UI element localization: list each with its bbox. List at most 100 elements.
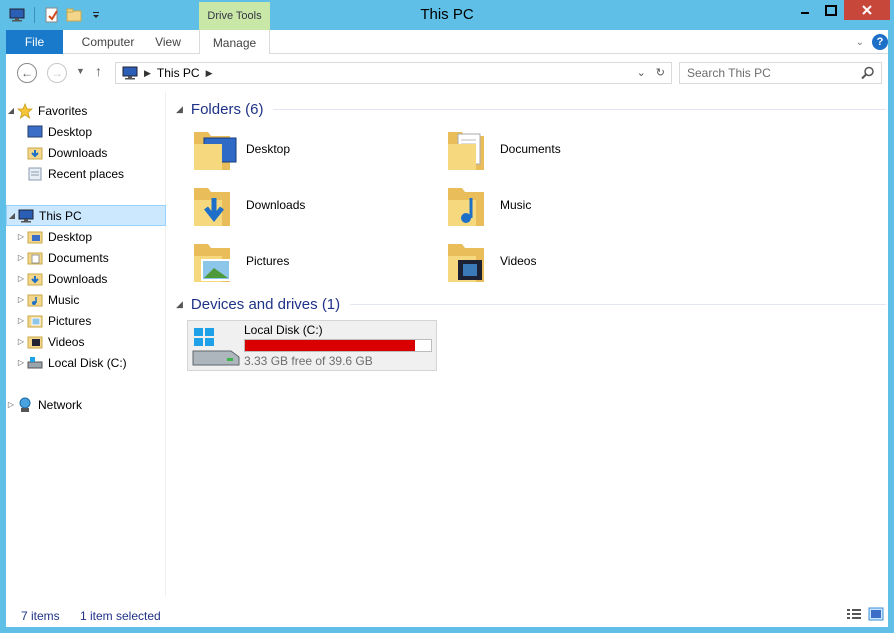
nav-label: Network [38,397,83,412]
folder-tile-videos[interactable]: Videos [444,234,694,288]
search-box[interactable]: Search This PC [679,62,882,84]
tab-manage[interactable]: Manage [199,30,270,55]
large-icons-view-icon[interactable] [868,607,884,621]
nav-label: Downloads [48,271,108,286]
breadcrumb-chevron-icon[interactable]: ▶ [144,68,151,79]
nav-pc-music[interactable]: ▷ Music [6,289,166,310]
music-folder-icon [448,188,484,226]
recent-locations-icon[interactable]: ▼ [76,66,85,76]
nav-fav-recent-places[interactable]: Recent places [6,163,166,184]
nav-favorites[interactable]: ◢ Favorites [6,100,166,121]
videos-folder-icon [448,244,484,282]
collapse-group-icon[interactable]: ◢ [176,299,183,310]
group-divider [273,109,886,110]
nav-label: Favorites [38,103,88,118]
recent-places-icon [26,166,44,182]
refresh-icon[interactable]: ↻ [656,66,665,79]
nav-label: Downloads [48,145,108,160]
tab-computer[interactable]: Computer [70,30,146,54]
nav-pc-local-disk[interactable]: ▷ Local Disk (C:) [6,352,166,373]
drive-tile-local-disk[interactable]: Local Disk (C:) 3.33 GB free of 39.6 GB [187,320,437,371]
folder-tile-music[interactable]: Music [444,178,694,232]
minimize-button[interactable] [792,0,818,20]
search-placeholder: Search This PC [687,66,771,80]
nav-label: This PC [39,208,82,223]
folders-header-label: Folders (6) [190,101,264,118]
drive-usage-bar [244,339,432,352]
collapse-group-icon[interactable]: ◢ [176,104,183,115]
downloads-folder-icon [26,145,44,161]
nav-network[interactable]: ▷ Network [6,394,166,415]
ribbon-right-controls: ⌄ ? [856,34,888,50]
folder-label: Music [500,198,532,212]
title-bar: Drive Tools This PC [0,0,894,30]
nav-this-pc[interactable]: ◢ This PC [6,205,166,226]
help-icon[interactable]: ? [872,34,888,50]
folder-tile-desktop[interactable]: Desktop [190,122,440,176]
nav-label: Desktop [48,229,93,244]
group-divider [350,304,886,305]
collapse-icon[interactable]: ◢ [6,106,16,115]
expand-ribbon-icon[interactable]: ⌄ [856,37,864,48]
expand-icon[interactable]: ▷ [16,316,26,325]
folder-tile-downloads[interactable]: Downloads [190,178,440,232]
downloads-folder-icon [26,271,44,287]
local-disk-icon [26,355,44,371]
folder-tile-documents[interactable]: Documents [444,122,694,176]
devices-group-header[interactable]: ◢ Devices and drives (1) [176,296,886,313]
documents-icon [26,250,44,266]
tab-file[interactable]: File [6,30,63,54]
search-icon[interactable] [861,66,875,80]
nav-label: Music [48,292,80,307]
nav-fav-downloads[interactable]: Downloads [6,142,166,163]
back-button[interactable]: ← [17,63,37,83]
folder-label: Videos [500,254,537,268]
maximize-button[interactable] [818,0,844,20]
view-switcher [846,607,884,621]
drive-free-space: 3.33 GB free of 39.6 GB [244,354,373,368]
network-icon [16,397,34,413]
expand-icon[interactable]: ▷ [6,400,16,409]
tab-view[interactable]: View [148,30,188,54]
details-view-icon[interactable] [846,607,862,621]
nav-fav-desktop[interactable]: Desktop [6,121,166,142]
nav-label: Documents [48,250,109,265]
close-button[interactable] [844,0,890,20]
collapse-icon[interactable]: ◢ [7,211,17,220]
nav-label: Recent places [48,166,125,181]
nav-label: Videos [48,334,85,349]
expand-icon[interactable]: ▷ [16,295,26,304]
expand-icon[interactable]: ▷ [16,253,26,262]
drive-usage-fill [245,340,416,351]
pictures-folder-icon [194,244,231,282]
nav-pc-desktop[interactable]: ▷ Desktop [6,226,166,247]
address-tail: ⌄ ↻ [637,66,665,79]
window-title: This PC [420,6,474,23]
explorer-window: Drive Tools This PC File Computer View M… [0,0,894,633]
expand-icon[interactable]: ▷ [16,337,26,346]
nav-pc-videos[interactable]: ▷ Videos [6,331,166,352]
breadcrumb-chevron-icon[interactable]: ▶ [206,68,213,79]
folder-tile-pictures[interactable]: Pictures [190,234,440,288]
folder-label: Documents [500,142,561,156]
music-icon [26,292,44,308]
expand-icon[interactable]: ▷ [16,358,26,367]
address-bar[interactable]: ▶ This PC ▶ ⌄ ↻ [115,62,672,84]
expand-icon[interactable]: ▷ [16,274,26,283]
address-dropdown-icon[interactable]: ⌄ [637,66,646,79]
folders-group-header[interactable]: ◢ Folders (6) [176,101,886,118]
breadcrumb-this-pc[interactable]: This PC [157,66,200,80]
expand-icon[interactable]: ▷ [16,232,26,241]
folder-label: Downloads [246,198,306,212]
main-content: ◢ Folders (6) Desktop Documents Download… [168,91,888,597]
nav-pc-pictures[interactable]: ▷ Pictures [6,310,166,331]
up-button[interactable]: ↑ [95,63,102,79]
desktop-icon [26,229,44,245]
navigation-pane: ◢ Favorites Desktop Downloads Recent pla… [6,91,166,597]
local-disk-icon [192,328,240,366]
pictures-icon [26,313,44,329]
forward-button[interactable]: → [47,63,67,83]
folder-label: Pictures [246,254,290,268]
nav-pc-documents[interactable]: ▷ Documents [6,247,166,268]
nav-pc-downloads[interactable]: ▷ Downloads [6,268,166,289]
